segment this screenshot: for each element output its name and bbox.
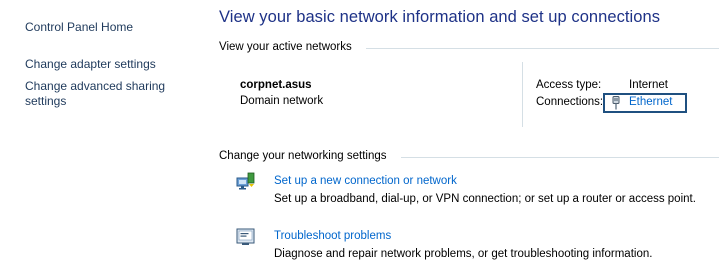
ethernet-plug-icon: [612, 96, 620, 110]
troubleshoot-link[interactable]: Troubleshoot problems: [274, 230, 391, 242]
active-networks-heading: View your active networks: [219, 41, 352, 53]
network-name: corpnet.asus: [240, 79, 312, 91]
vertical-divider: [522, 62, 523, 127]
connections-label: Connections:: [536, 96, 604, 108]
sidebar: Control Panel Home Change adapter settin…: [0, 0, 200, 279]
page-title: View your basic network information and …: [219, 8, 661, 26]
change-adapter-settings-link[interactable]: Change adapter settings: [25, 57, 156, 72]
setup-connection-link[interactable]: Set up a new connection or network: [274, 175, 457, 187]
change-advanced-sharing-link-cont[interactable]: settings: [25, 94, 66, 109]
section-divider: [401, 157, 719, 158]
setup-connection-description: Set up a broadband, dial-up, or VPN conn…: [274, 193, 696, 205]
control-panel-home-link[interactable]: Control Panel Home: [25, 20, 133, 35]
troubleshoot-description: Diagnose and repair network problems, or…: [274, 248, 653, 260]
network-type: Domain network: [240, 95, 324, 107]
access-type-value: Internet: [629, 79, 668, 91]
network-setup-icon: [236, 172, 255, 190]
access-type-label: Access type:: [536, 79, 602, 91]
ethernet-connection-link[interactable]: Ethernet: [629, 96, 672, 108]
section-divider: [366, 48, 719, 49]
networking-settings-heading: Change your networking settings: [219, 150, 387, 162]
change-advanced-sharing-link[interactable]: Change advanced sharing: [25, 79, 165, 94]
troubleshoot-icon: [236, 228, 255, 245]
